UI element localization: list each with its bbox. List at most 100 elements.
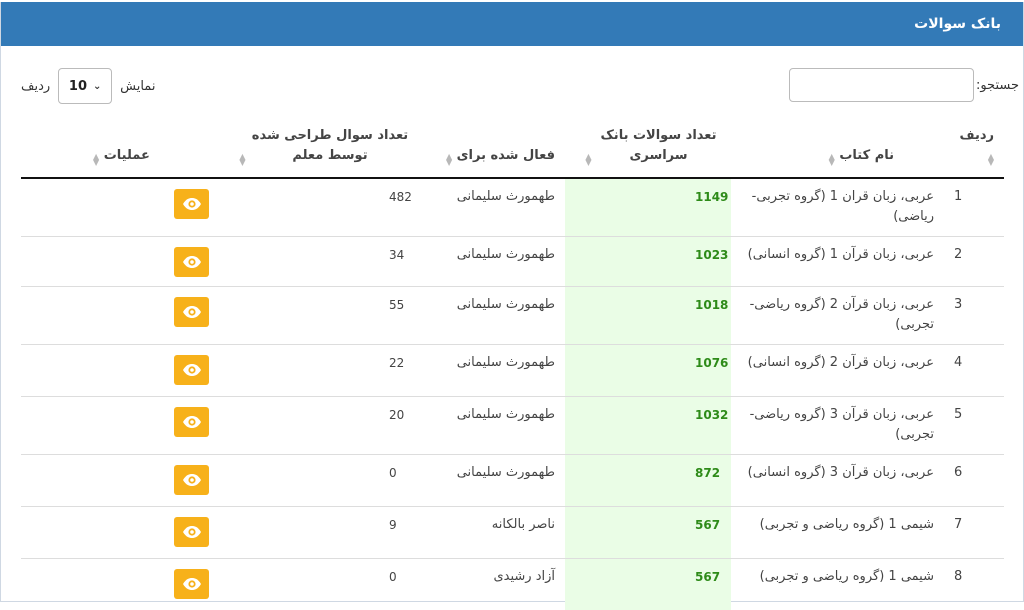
cell-teacher-count: 0: [219, 557, 420, 610]
sort-icon: ▲ ▼: [987, 152, 994, 167]
header-teacher-count[interactable]: تعداد سوال طراحی شده توسط معلم ▲ ▼: [219, 118, 420, 179]
table-controls: جستجو: نمایش 10 ⌄ ردیف: [1, 46, 1023, 116]
eye-icon: [182, 198, 201, 210]
cell-bank-count: 1023: [565, 235, 731, 286]
cell-operations: [21, 235, 219, 286]
cell-bank-count: 1076: [565, 343, 731, 396]
cell-row-number: 5: [944, 395, 1004, 454]
sort-icon: ▲ ▼: [828, 152, 835, 167]
sort-icon: ▲ ▼: [585, 152, 592, 167]
cell-teacher-count: 482: [389, 190, 412, 204]
search-input[interactable]: [788, 68, 974, 102]
cell-active-for: طهمورث سلیمانی: [420, 285, 565, 344]
cell-row-number: 8: [944, 557, 1004, 610]
view-button[interactable]: [174, 246, 209, 277]
table-row: 6 عربی، زبان قرآن 3 (گروه انسانی) 872 طهمور…: [21, 453, 1004, 506]
cell-active-for: طهمورث سلیمانی: [420, 395, 565, 454]
cell-teacher-count: 0: [219, 453, 420, 506]
cell-teacher-count: 9: [219, 505, 420, 558]
header-operations-label: عملیات: [103, 148, 150, 163]
sort-icon: ▲ ▼: [239, 152, 246, 167]
cell-row-number: 1: [954, 189, 963, 204]
cell-teacher-count: 34: [219, 235, 420, 286]
search-label: جستجو:: [975, 77, 1019, 93]
header-row-number[interactable]: ردیف ▲ ▼: [944, 118, 1004, 179]
cell-active-for: طهمورث سلیمانی: [420, 453, 565, 506]
cell-operations: [21, 178, 219, 236]
cell-book-name: شیمی 1 (گروه ریاضی و تجربی): [731, 505, 944, 558]
view-button[interactable]: [174, 516, 209, 547]
cell-bank-count: 1018: [565, 285, 731, 344]
cell-book-name: شیمی 1 (گروه ریاضی و تجربی): [731, 557, 944, 610]
cell-operations: [21, 343, 219, 396]
cell-operations: [21, 557, 219, 610]
header-book-name[interactable]: نام کتاب ▲ ▼: [731, 118, 944, 179]
eye-icon: [182, 473, 201, 486]
table-row: 7 شیمی 1 (گروه ریاضی و تجربی) 567 ناصر بالک…: [21, 505, 1004, 558]
cell-book-name: عربی، زبان قرآن 2 (گروه انسانی): [731, 343, 944, 396]
table-header-row: ردیف ▲ ▼ نام کتاب ▲ ▼ تعداد سوالات بانک سر…: [21, 118, 1004, 179]
header-active-for[interactable]: فعال شده برای ▲ ▼: [420, 118, 565, 179]
cell-bank-count: 567: [565, 557, 731, 610]
cell-row-number: 6: [944, 453, 1004, 506]
header-operations[interactable]: عملیات ▲ ▼: [21, 118, 219, 179]
cell-bank-count: 1032: [565, 395, 731, 454]
page-length-value: 10: [68, 78, 87, 94]
header-row-number-label: ردیف: [959, 128, 994, 143]
search-area: جستجو:: [788, 68, 1023, 102]
cell-row-number: 4: [944, 343, 1004, 396]
eye-icon: [182, 305, 201, 318]
table-row: 4 عربی، زبان قرآن 2 (گروه انسانی) 1076 طهمو…: [21, 343, 1004, 396]
header-bank-count[interactable]: تعداد سوالات بانک سراسری ▲ ▼: [565, 118, 731, 179]
cell-bank-count: 872: [565, 453, 731, 506]
view-button[interactable]: [174, 464, 209, 495]
page-length-control: نمایش 10 ⌄ ردیف: [21, 68, 155, 104]
cell-book-name: عربی، زبان قرآن 2 (گروه ریاضی-تجربی): [731, 285, 944, 344]
eye-icon: [182, 363, 201, 376]
view-button[interactable]: [174, 354, 209, 385]
cell-book-name: عربی، زبان قران 1 (گروه تجربی-ریاضی): [751, 189, 934, 224]
view-button[interactable]: [174, 406, 209, 437]
view-button[interactable]: [174, 296, 209, 327]
cell-active-for: طهمورث سلیمانی: [420, 343, 565, 396]
cell-active-for: ناصر بالکانه: [420, 505, 565, 558]
question-bank-panel: بانک سوالات جستجو: نمایش 10 ⌄ ردیف ردیف …: [0, 2, 1024, 610]
cell-operations: [21, 453, 219, 506]
cell-bank-count: 1149: [565, 178, 731, 236]
cell-operations: [21, 505, 219, 558]
cell-row-number: 7: [944, 505, 1004, 558]
cell-operations: [21, 285, 219, 344]
cell-row-number: 2: [944, 235, 1004, 286]
header-teacher-count-label: تعداد سوال طراحی شده توسط معلم: [251, 128, 409, 163]
header-active-for-label: فعال شده برای: [456, 148, 555, 163]
eye-icon: [182, 255, 201, 268]
panel-title: بانک سوالات: [914, 16, 1001, 32]
cell-book-name: عربی، زبان قرآن 3 (گروه ریاضی-تجربی): [731, 395, 944, 454]
chevron-down-icon: ⌄: [93, 80, 102, 92]
view-button[interactable]: [174, 568, 209, 599]
cell-bank-count: 567: [565, 505, 731, 558]
table-row: 5 عربی، زبان قرآن 3 (گروه ریاضی-تجربی) 103…: [21, 395, 1004, 454]
view-button[interactable]: [174, 189, 209, 219]
cell-row-number: 3: [944, 285, 1004, 344]
page-length-suffix: ردیف: [21, 78, 51, 94]
table-row: 8 شیمی 1 (گروه ریاضی و تجربی) 567 آزاد رشید…: [21, 557, 1004, 610]
table-row: 3 عربی، زبان قرآن 2 (گروه ریاضی-تجربی) 101…: [21, 285, 1004, 344]
cell-active-for: آزاد رشیدی: [420, 557, 565, 610]
question-bank-table: ردیف ▲ ▼ نام کتاب ▲ ▼ تعداد سوالات بانک سر…: [21, 118, 1004, 610]
sort-icon: ▲ ▼: [445, 152, 453, 167]
cell-active-for: طهمورث سلیمانی: [456, 189, 555, 204]
eye-icon: [182, 577, 201, 590]
sort-icon: ▲ ▼: [93, 152, 100, 167]
cell-book-name: عربی، زبان قرآن 3 (گروه انسانی): [731, 453, 944, 506]
cell-active-for: طهمورث سلیمانی: [420, 235, 565, 286]
header-bank-count-label: تعداد سوالات بانک سراسری: [600, 128, 717, 163]
cell-teacher-count: 55: [219, 285, 420, 344]
header-book-name-label: نام کتاب: [839, 148, 894, 163]
cell-book-name: عربی، زبان قرآن 1 (گروه انسانی): [731, 235, 944, 286]
cell-teacher-count: 22: [219, 343, 420, 396]
page-length-select[interactable]: 10 ⌄: [58, 68, 113, 104]
panel-header: بانک سوالات: [1, 2, 1023, 46]
cell-teacher-count: 20: [219, 395, 420, 454]
eye-icon: [182, 525, 201, 538]
